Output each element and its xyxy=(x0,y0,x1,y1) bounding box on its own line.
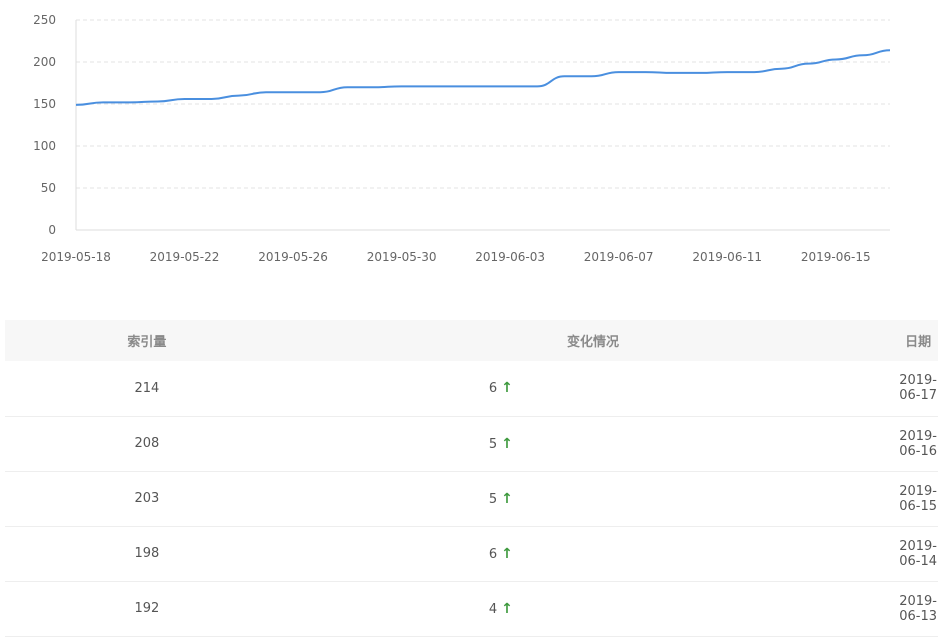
y-tick-label: 0 xyxy=(48,223,56,237)
date-value: 2019-06-16 xyxy=(899,428,937,459)
chart-series xyxy=(75,49,891,106)
table-row: 203 5 ↑ 2019-06-15 xyxy=(5,471,938,526)
x-tick-label: 2019-05-26 xyxy=(258,250,328,264)
index-value: 203 xyxy=(134,491,160,506)
change-value: 4 xyxy=(488,601,498,617)
table-row: 192 4 ↑ 2019-06-13 xyxy=(5,581,938,636)
date-value: 2019-06-14 xyxy=(899,538,937,569)
table-row: 198 6 ↑ 2019-06-14 xyxy=(5,526,938,581)
change-value: 5 xyxy=(488,491,498,507)
index-value: 208 xyxy=(134,436,160,451)
arrow-up-icon: ↑ xyxy=(501,545,513,562)
y-tick-label: 150 xyxy=(33,97,56,111)
header-index: 索引量 xyxy=(127,335,167,350)
change-value: 6 xyxy=(488,381,498,397)
arrow-up-icon: ↑ xyxy=(501,380,513,397)
line-chart: 050100150200250 2019-05-18 2019-05-22 2019… xyxy=(33,13,891,264)
x-tick-label: 2019-05-30 xyxy=(367,250,437,264)
table-header-row: 索引量 变化情况 日期 xyxy=(5,320,938,361)
change-cell: 4 ↑ xyxy=(289,581,898,636)
change-cell: 5 ↑ xyxy=(289,471,898,526)
y-tick-label: 50 xyxy=(41,181,56,195)
y-axis: 0 50 100 150 200 250 xyxy=(33,13,77,237)
x-tick-label: 2019-05-22 xyxy=(150,250,220,264)
x-tick-label: 2019-06-07 xyxy=(584,250,654,264)
date-value: 2019-06-17 xyxy=(899,373,937,404)
header-date: 日期 xyxy=(905,335,932,350)
index-value: 192 xyxy=(134,601,160,616)
index-value: 198 xyxy=(134,546,160,561)
table-row: 208 5 ↑ 2019-06-16 xyxy=(5,416,938,471)
header-change: 变化情况 xyxy=(567,335,620,350)
date-value: 2019-06-13 xyxy=(899,593,937,624)
chart-grid xyxy=(76,19,890,231)
change-cell: 5 ↑ xyxy=(289,416,898,471)
arrow-up-icon: ↑ xyxy=(501,435,513,452)
table-row: 214 6 ↑ 2019-06-17 xyxy=(5,361,938,416)
y-tick-label: 100 xyxy=(33,139,56,153)
x-tick-label: 2019-05-18 xyxy=(41,250,111,264)
arrow-up-icon: ↑ xyxy=(501,490,513,507)
change-cell: 6 ↑ xyxy=(289,526,898,581)
index-value: 214 xyxy=(134,380,160,396)
y-tick-label: 250 xyxy=(33,13,56,27)
date-value: 2019-06-15 xyxy=(899,483,937,514)
x-tick-label: 2019-06-03 xyxy=(475,250,545,264)
series-line xyxy=(75,49,891,106)
x-tick-label: 2019-06-11 xyxy=(692,250,762,264)
index-table: 索引量 变化情况 日期 214 6 ↑ 2019-06-17 208 5 ↑ 2019-06-… xyxy=(5,320,938,637)
x-tick-label: 2019-06-15 xyxy=(801,250,871,264)
change-value: 6 xyxy=(488,546,498,562)
x-axis: 2019-05-18 2019-05-22 2019-05-26 2019-05-30… xyxy=(41,250,870,264)
arrow-up-icon: ↑ xyxy=(501,600,513,617)
change-cell: 6 ↑ xyxy=(289,361,898,416)
change-value: 5 xyxy=(488,436,498,452)
y-tick-label: 200 xyxy=(33,55,56,69)
